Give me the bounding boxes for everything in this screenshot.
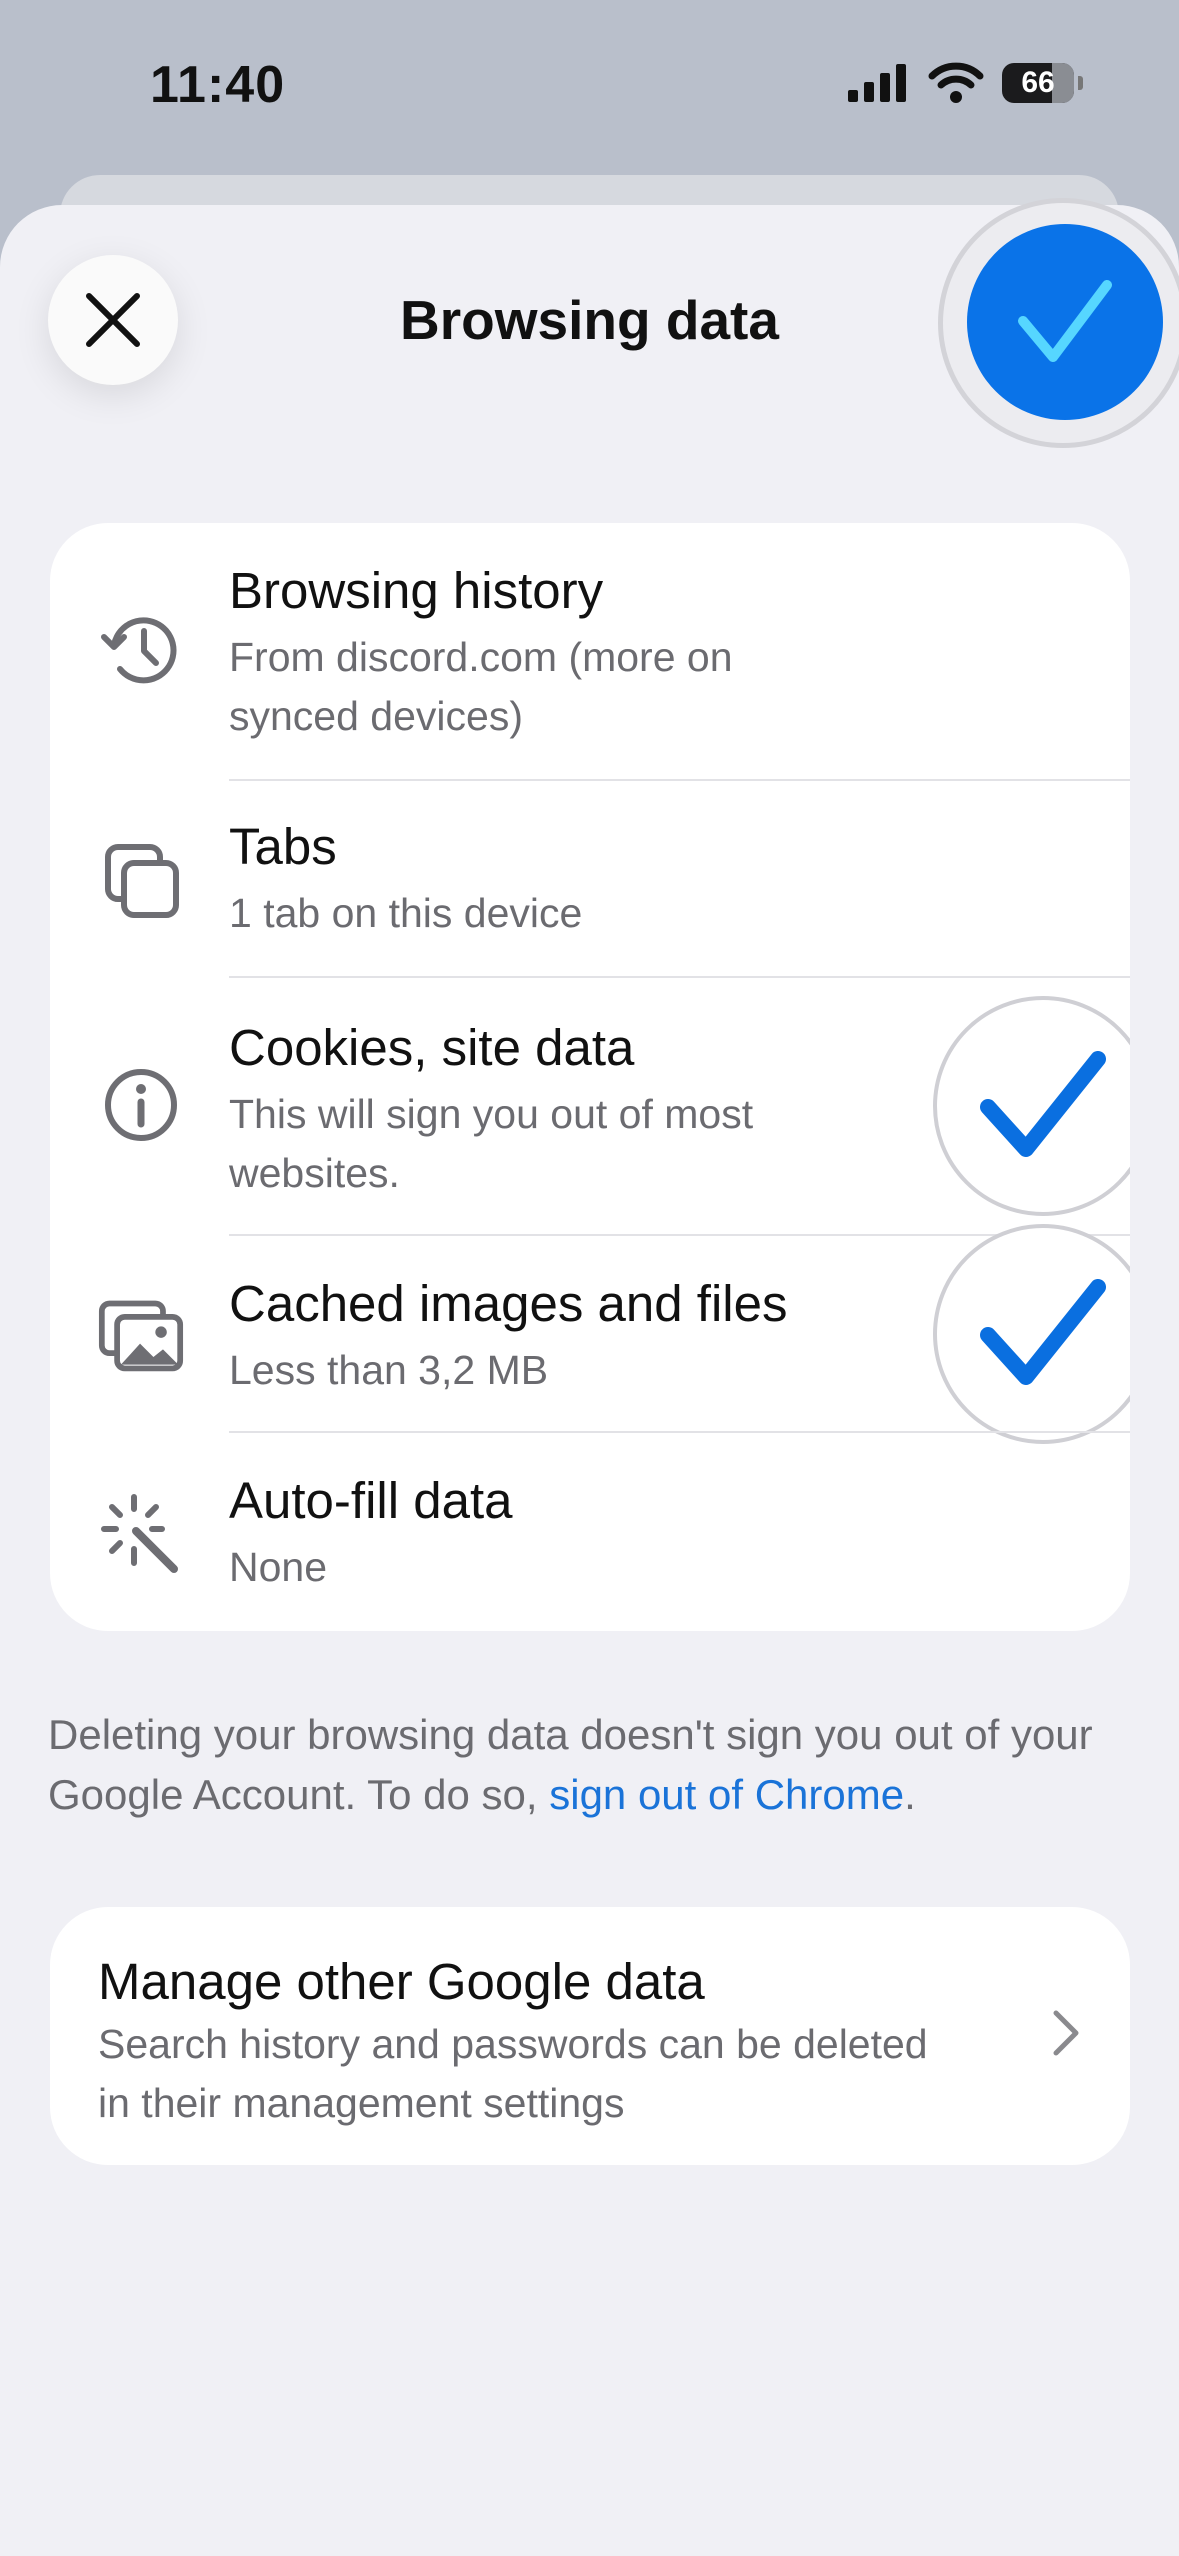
checkmark-icon — [1018, 280, 1112, 362]
item-subtitle: 1 tab on this device — [229, 890, 583, 936]
images-icon — [98, 1292, 184, 1378]
cellular-signal-icon — [848, 64, 906, 102]
browsing-data-list: Browsing history From discord.com (more … — [50, 523, 1130, 1631]
item-subtitle: None — [229, 1544, 328, 1590]
list-item-cached-images[interactable]: Cached images and files Less than 3,2 MB — [50, 1224, 1130, 1444]
item-title: Tabs — [229, 818, 337, 875]
tabs-icon — [98, 837, 184, 923]
item-subtitle: From discord.com (more on synced devices… — [229, 634, 733, 739]
confirm-button[interactable] — [967, 224, 1163, 420]
manage-google-data-button[interactable]: Manage other Google data Search history … — [50, 1907, 1130, 2165]
status-icons: 66 — [848, 62, 1083, 104]
item-title: Cached images and files — [229, 1275, 788, 1332]
cached-images-checkbox[interactable] — [933, 1224, 1130, 1444]
manage-title: Manage other Google data — [98, 1953, 705, 2010]
note-end: . — [904, 1771, 916, 1818]
sign-out-link[interactable]: sign out of Chrome — [549, 1771, 904, 1818]
list-item-browsing-history[interactable]: Browsing history From discord.com (more … — [50, 523, 1130, 781]
list-item-autofill[interactable]: Auto-fill data None — [50, 1433, 1130, 1631]
list-item-cookies[interactable]: Cookies, site data This will sign you ou… — [50, 978, 1130, 1236]
item-subtitle: Less than 3,2 MB — [229, 1347, 549, 1393]
status-time: 11:40 — [150, 56, 286, 114]
chevron-right-icon — [1053, 2010, 1079, 2056]
checkmark-icon — [980, 1278, 1106, 1385]
history-icon — [98, 607, 184, 693]
checkmark-icon — [980, 1050, 1106, 1157]
item-title: Cookies, site data — [229, 1019, 635, 1076]
battery-level: 66 — [1021, 66, 1055, 99]
autofill-icon — [98, 1489, 184, 1575]
wifi-icon — [928, 62, 984, 103]
manage-subtitle: Search history and passwords can be dele… — [98, 2021, 928, 2126]
item-title: Browsing history — [229, 562, 604, 619]
item-title: Auto-fill data — [229, 1472, 513, 1529]
list-item-tabs[interactable]: Tabs 1 tab on this device — [50, 781, 1130, 978]
battery-icon: 66 — [1002, 63, 1074, 103]
info-icon — [98, 1062, 184, 1148]
sign-out-note: Deleting your browsing data doesn't sign… — [48, 1705, 1138, 1825]
status-bar: 11:40 66 — [0, 0, 1179, 175]
cookies-checkbox[interactable] — [933, 996, 1130, 1216]
item-subtitle: This will sign you out of most websites. — [229, 1091, 754, 1196]
